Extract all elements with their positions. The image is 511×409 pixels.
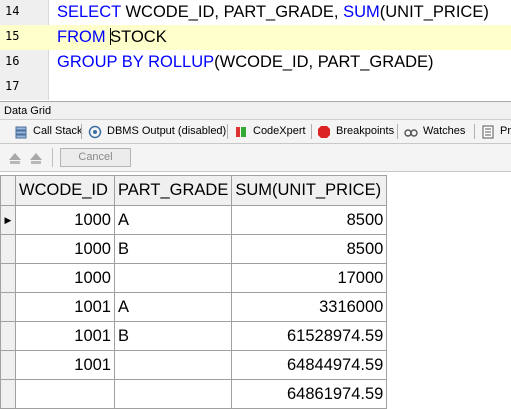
tab-label: Pro — [500, 125, 511, 137]
code-text: GROUP BY ROLLUP(WCODE_ID, PART_GRADE) — [57, 50, 434, 75]
breakpoints-icon — [318, 125, 330, 138]
cancel-button[interactable]: Cancel — [60, 148, 131, 167]
sql-text: (UNIT_PRICE) — [379, 3, 489, 21]
sql-editor[interactable]: 14 SELECT WCODE_ID, PART_GRADE, SUM(UNIT_… — [0, 0, 511, 100]
results-grid-area: WCODE_ID PART_GRADE SUM(UNIT_PRICE) ▶ 100… — [0, 172, 511, 409]
grid-cell[interactable] — [113, 263, 233, 293]
sql-text: WCODE_ID, PART_GRADE, — [120, 3, 344, 21]
tab-separator — [397, 124, 398, 139]
tab-label: DBMS Output (disabled) — [107, 125, 227, 137]
call-stack-icon — [15, 126, 27, 138]
grid-cell[interactable]: 17000 — [231, 263, 388, 293]
sql-keyword: SUM — [343, 3, 380, 21]
grid-cell[interactable]: 64844974.59 — [231, 350, 388, 380]
tab-watches[interactable]: Watches — [404, 120, 465, 143]
grid-cell[interactable]: B — [113, 234, 233, 264]
panel-title-text: Data Grid — [4, 105, 52, 117]
editor-line[interactable]: 17 — [0, 75, 511, 100]
profiler-icon — [482, 125, 494, 138]
grid-cell[interactable]: A — [113, 292, 233, 322]
sql-keyword: GROUP BY ROLLUP — [57, 53, 215, 71]
dbms-output-icon — [88, 125, 102, 138]
row-indicator[interactable] — [0, 263, 16, 293]
grid-cell[interactable] — [15, 379, 115, 409]
editor-line[interactable]: 16 GROUP BY ROLLUP(WCODE_ID, PART_GRADE) — [0, 50, 511, 75]
row-indicator[interactable] — [0, 234, 16, 264]
table-row[interactable]: ▶ 1000 A 8500 — [0, 205, 388, 235]
data-grid-panel-title: Data Grid — [0, 101, 511, 120]
grid-header-row: WCODE_ID PART_GRADE SUM(UNIT_PRICE) — [0, 175, 388, 206]
line-number: 16 — [5, 54, 20, 68]
column-header[interactable]: WCODE_ID — [15, 175, 115, 206]
export-down-icon[interactable] — [7, 150, 23, 166]
row-indicator[interactable] — [0, 321, 16, 351]
tab-separator — [474, 124, 475, 139]
tab-label: Watches — [423, 125, 466, 137]
grid-cell[interactable]: 61528974.59 — [231, 321, 388, 351]
tab-profiler[interactable]: Pro — [481, 120, 511, 143]
tab-separator — [311, 124, 312, 139]
grid-cell[interactable]: 64861974.59 — [231, 379, 388, 409]
grid-cell[interactable]: B — [113, 321, 233, 351]
grid-cell[interactable]: 8500 — [231, 234, 388, 264]
grid-corner-cell[interactable] — [0, 175, 16, 206]
grid-cell[interactable]: 1001 — [15, 292, 115, 322]
table-row[interactable]: 64861974.59 — [0, 379, 388, 409]
tab-call-stack[interactable]: Call Stack — [14, 120, 83, 143]
code-text: FROM STOCK — [57, 25, 167, 50]
line-number: 14 — [5, 4, 20, 18]
row-indicator[interactable] — [0, 379, 16, 409]
row-indicator[interactable] — [0, 292, 16, 322]
results-grid: WCODE_ID PART_GRADE SUM(UNIT_PRICE) ▶ 100… — [0, 175, 388, 409]
sql-keyword: FROM — [57, 28, 106, 46]
table-row[interactable]: 1000 B 8500 — [0, 234, 388, 264]
tab-separator — [227, 124, 228, 139]
column-header[interactable]: SUM(UNIT_PRICE) — [231, 175, 388, 206]
editor-line[interactable]: 15 FROM STOCK — [0, 25, 511, 50]
tab-dbms-output[interactable]: DBMS Output (disabled) — [88, 120, 226, 143]
codexpert-icon — [236, 126, 246, 137]
grid-cell[interactable]: 1000 — [15, 205, 115, 235]
grid-cell[interactable]: A — [113, 205, 233, 235]
table-row[interactable]: 1001 64844974.59 — [0, 350, 388, 380]
tab-separator — [81, 124, 82, 139]
watches-icon — [404, 128, 418, 137]
grid-cell[interactable]: 8500 — [231, 205, 388, 235]
toolbar-separator — [52, 148, 53, 167]
grid-cell[interactable]: 1000 — [15, 263, 115, 293]
export-up-icon[interactable] — [28, 150, 44, 166]
grid-cell[interactable]: 3316000 — [231, 292, 388, 322]
tab-breakpoints[interactable]: Breakpoints — [317, 120, 394, 143]
row-indicator[interactable]: ▶ — [0, 205, 16, 235]
line-number: 15 — [5, 29, 20, 43]
current-row-icon: ▶ — [4, 214, 12, 225]
table-row[interactable]: 1000 17000 — [0, 263, 388, 293]
grid-cell[interactable] — [113, 350, 233, 380]
sql-text: STOCK — [110, 28, 167, 46]
grid-cell[interactable] — [113, 379, 233, 409]
editor-line[interactable]: 14 SELECT WCODE_ID, PART_GRADE, SUM(UNIT_… — [0, 0, 511, 25]
row-indicator[interactable] — [0, 350, 16, 380]
grid-toolbar: Cancel — [0, 144, 511, 172]
table-row[interactable]: 1001 B 61528974.59 — [0, 321, 388, 351]
bottom-panel-tabs: Call Stack DBMS Output (disabled) CodeXp… — [0, 120, 511, 144]
grid-cell[interactable]: 1001 — [15, 350, 115, 380]
line-number: 17 — [5, 79, 20, 93]
table-row[interactable]: 1001 A 3316000 — [0, 292, 388, 322]
tab-label: Breakpoints — [336, 125, 395, 137]
grid-cell[interactable]: 1001 — [15, 321, 115, 351]
code-text: SELECT WCODE_ID, PART_GRADE, SUM(UNIT_PR… — [57, 0, 489, 25]
sql-keyword: SELECT — [57, 3, 121, 21]
sql-text: (WCODE_ID, PART_GRADE) — [214, 53, 434, 71]
tab-codexpert[interactable]: CodeXpert — [234, 120, 306, 143]
tab-label: CodeXpert — [253, 125, 306, 137]
tab-label: Call Stack — [33, 125, 83, 137]
grid-cell[interactable]: 1000 — [15, 234, 115, 264]
column-header[interactable]: PART_GRADE — [113, 175, 233, 206]
